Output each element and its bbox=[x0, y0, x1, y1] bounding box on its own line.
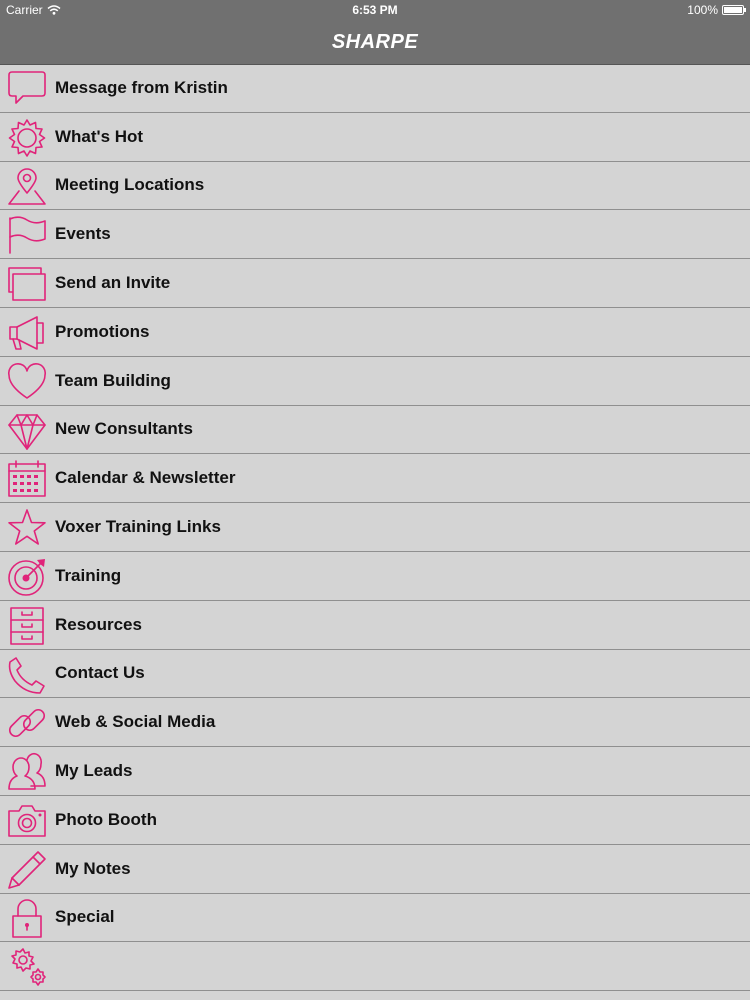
people-icon bbox=[7, 752, 47, 792]
battery-icon bbox=[722, 5, 746, 15]
battery-percent: 100% bbox=[687, 3, 718, 17]
menu-item-label: Contact Us bbox=[55, 663, 145, 683]
menu-item-my-leads[interactable]: My Leads bbox=[0, 747, 750, 796]
menu-item-label: New Consultants bbox=[55, 419, 193, 439]
phone-icon bbox=[7, 655, 47, 695]
menu-item-meeting-locations[interactable]: Meeting Locations bbox=[0, 162, 750, 211]
sun-icon bbox=[7, 118, 47, 158]
pencil-icon bbox=[7, 850, 47, 890]
menu-item-label: Team Building bbox=[55, 370, 171, 390]
calendar-icon bbox=[7, 459, 47, 499]
gears-icon bbox=[7, 947, 47, 987]
menu-item-label: Promotions bbox=[55, 321, 150, 341]
menu-item-contact-us[interactable]: Contact Us bbox=[0, 650, 750, 699]
menu-item-resources[interactable]: Resources bbox=[0, 601, 750, 650]
menu-item-settings[interactable] bbox=[0, 942, 750, 992]
menu-item-label: Special bbox=[55, 907, 115, 927]
cards-icon bbox=[7, 264, 47, 304]
menu-item-training[interactable]: Training bbox=[0, 552, 750, 601]
main-menu: Message from Kristin What's Hot Meeting … bbox=[0, 64, 750, 992]
menu-item-label: Web & Social Media bbox=[55, 712, 216, 732]
diamond-icon bbox=[7, 411, 47, 451]
menu-item-label: Voxer Training Links bbox=[55, 517, 221, 537]
menu-item-team-building[interactable]: Team Building bbox=[0, 357, 750, 406]
menu-item-message-from-kristin[interactable]: Message from Kristin bbox=[0, 64, 750, 113]
map-pin-icon bbox=[7, 167, 47, 207]
menu-item-label: What's Hot bbox=[55, 126, 144, 146]
battery-info: 100% bbox=[687, 3, 746, 17]
status-time: 6:53 PM bbox=[352, 3, 398, 17]
menu-item-whats-hot[interactable]: What's Hot bbox=[0, 113, 750, 162]
speech-bubble-icon bbox=[7, 69, 47, 109]
menu-item-voxer-training-links[interactable]: Voxer Training Links bbox=[0, 503, 750, 552]
lock-icon bbox=[7, 898, 47, 939]
menu-item-special[interactable]: Special bbox=[0, 894, 750, 943]
menu-item-send-an-invite[interactable]: Send an Invite bbox=[0, 259, 750, 308]
menu-item-label: My Notes bbox=[55, 858, 131, 878]
menu-item-new-consultants[interactable]: New Consultants bbox=[0, 406, 750, 455]
flag-icon bbox=[7, 215, 47, 255]
menu-item-label: Training bbox=[55, 565, 122, 585]
menu-item-label: Photo Booth bbox=[55, 809, 157, 829]
menu-item-photo-booth[interactable]: Photo Booth bbox=[0, 796, 750, 845]
menu-item-label: Meeting Locations bbox=[55, 175, 205, 195]
heart-icon bbox=[7, 362, 47, 402]
menu-item-label: Calendar & Newsletter bbox=[55, 468, 236, 488]
star-icon bbox=[7, 508, 47, 548]
menu-item-events[interactable]: Events bbox=[0, 210, 750, 260]
menu-item-label: Message from Kristin bbox=[55, 77, 228, 97]
page-title: SHARPE bbox=[331, 30, 419, 53]
menu-item-web-social-media[interactable]: Web & Social Media bbox=[0, 698, 750, 748]
file-cabinet-icon bbox=[7, 606, 47, 646]
megaphone-icon bbox=[7, 313, 47, 353]
menu-item-calendar-newsletter[interactable]: Calendar & Newsletter bbox=[0, 454, 750, 504]
link-icon bbox=[7, 703, 47, 743]
camera-icon bbox=[7, 801, 47, 841]
nav-bar: SHARPE bbox=[0, 20, 750, 65]
menu-item-my-notes[interactable]: My Notes bbox=[0, 845, 750, 894]
menu-item-promotions[interactable]: Promotions bbox=[0, 308, 750, 357]
menu-item-label: Resources bbox=[55, 614, 142, 634]
target-icon bbox=[7, 557, 47, 597]
menu-item-label: Send an Invite bbox=[55, 273, 171, 293]
menu-item-label: My Leads bbox=[55, 761, 133, 781]
menu-item-label: Events bbox=[55, 224, 111, 244]
status-bar: Carrier 6:53 PM 100% bbox=[0, 0, 750, 20]
